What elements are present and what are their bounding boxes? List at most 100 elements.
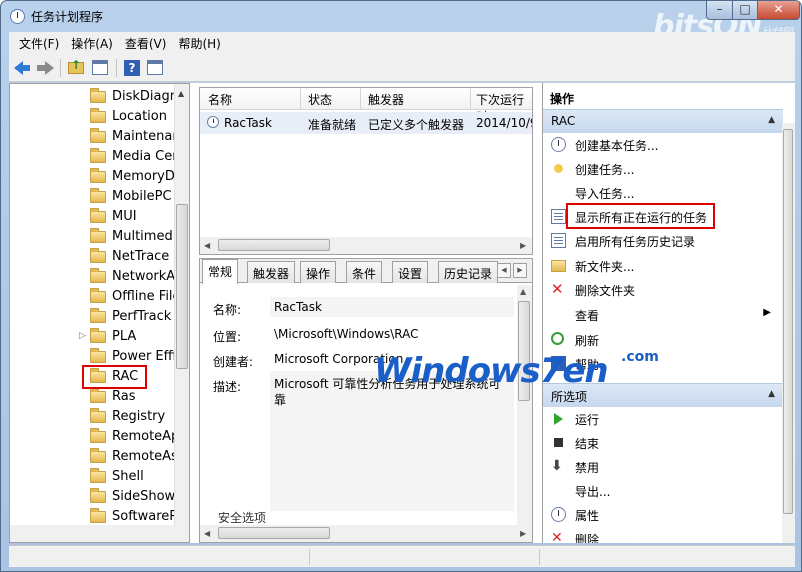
tree-item[interactable]: ▷ PLA <box>10 327 176 347</box>
scrollbar-thumb[interactable] <box>783 129 793 514</box>
tree-item[interactable]: MobilePC <box>10 187 176 207</box>
tree-item[interactable]: Location <box>10 107 176 127</box>
status-divider <box>309 549 310 565</box>
tree-item[interactable]: Media Cer <box>10 147 178 167</box>
window-title: 任务计划程序 <box>31 10 104 24</box>
tree-item[interactable]: Shell <box>10 467 176 487</box>
back-icon[interactable] <box>14 59 32 77</box>
action-show-running-tasks[interactable]: 显示所有正在运行的任务 <box>543 205 779 229</box>
menu-action[interactable]: 操作(A) <box>65 35 119 52</box>
scrollbar-thumb[interactable] <box>518 301 530 401</box>
scroll-right-arrow-icon[interactable]: ▶ <box>520 529 526 538</box>
tab-settings[interactable]: 设置 <box>392 261 429 283</box>
action-disable[interactable]: ⬇ 禁用 <box>543 455 779 479</box>
details-vertical-scrollbar[interactable]: ▲ <box>517 285 532 525</box>
actions-section-rac[interactable]: RAC ▲ <box>543 109 783 133</box>
column-header-name[interactable]: 名称 <box>208 91 232 108</box>
tree-item[interactable]: Registry <box>10 407 176 427</box>
tree-item[interactable]: Power Effic <box>10 347 183 367</box>
action-view[interactable]: 查看 ▶ <box>543 303 779 327</box>
scroll-left-arrow-icon[interactable]: ◀ <box>204 529 210 538</box>
action-create-basic-task[interactable]: 创建基本任务... <box>543 133 779 157</box>
action-pane-icon[interactable] <box>146 59 164 77</box>
tree-horizontal-scrollbar[interactable] <box>10 525 176 542</box>
column-divider[interactable] <box>300 88 301 110</box>
scrollbar-thumb[interactable] <box>218 527 330 539</box>
create-basic-task-icon <box>551 137 566 152</box>
action-export[interactable]: 导出... <box>543 479 779 503</box>
actions-section-selected[interactable]: 所选项 ▲ <box>543 383 783 407</box>
collapse-icon[interactable]: ▲ <box>768 115 775 125</box>
scroll-right-arrow-icon[interactable]: ▶ <box>520 241 526 250</box>
author-field[interactable]: Microsoft Corporation <box>270 349 514 369</box>
minimize-button[interactable]: – <box>706 1 733 20</box>
tree-item[interactable]: Multimedia <box>10 227 184 247</box>
task-list-header: 名称 状态 触发器 下次运行时 <box>200 88 532 124</box>
tree-item[interactable]: SoftwarePr <box>10 507 182 527</box>
action-refresh[interactable]: 刷新 <box>543 328 779 352</box>
help-icon[interactable]: ? <box>123 59 141 77</box>
tab-actions[interactable]: 操作 <box>300 261 337 283</box>
folder-icon <box>90 448 106 463</box>
tree-vertical-scrollbar[interactable]: ▲ <box>174 84 189 542</box>
tab-general[interactable]: 常规 <box>202 259 239 284</box>
action-create-task[interactable]: 创建任务... <box>543 157 779 181</box>
close-button[interactable]: ✕ <box>757 1 800 20</box>
column-header-status[interactable]: 状态 <box>308 91 332 108</box>
folder-open-icon <box>90 368 106 383</box>
menu-help[interactable]: 帮助(H) <box>172 35 226 52</box>
tree-item[interactable]: Ras <box>10 387 176 407</box>
table-row[interactable]: RacTask 准备就绪 已定义多个触发器 2014/10/9 <box>200 112 532 134</box>
location-field[interactable]: \Microsoft\Windows\RAC <box>270 324 514 344</box>
column-divider[interactable] <box>360 88 361 110</box>
tab-triggers[interactable]: 触发器 <box>247 261 296 283</box>
action-end[interactable]: 结束 <box>543 431 779 455</box>
expand-arrow-icon[interactable]: ▷ <box>79 331 86 341</box>
tab-scroll-left-icon[interactable]: ◀ <box>497 263 511 278</box>
tab-history[interactable]: 历史记录 <box>438 261 499 283</box>
column-divider[interactable] <box>470 88 471 110</box>
scrollbar-thumb[interactable] <box>218 239 330 251</box>
action-new-folder[interactable]: 新文件夹... <box>543 254 779 278</box>
tree-item-rac-selected[interactable]: RAC <box>10 367 176 387</box>
show-tree-icon[interactable] <box>91 59 109 77</box>
tree-item[interactable]: Offline File <box>10 287 181 307</box>
tab-conditions[interactable]: 条件 <box>346 261 383 283</box>
tree-item[interactable]: SideShow <box>10 487 176 507</box>
action-enable-history[interactable]: 启用所有任务历史记录 <box>543 229 779 253</box>
status-bar <box>9 545 795 567</box>
scroll-up-arrow-icon[interactable]: ▲ <box>178 89 184 98</box>
folder-icon <box>90 388 106 403</box>
name-field[interactable]: RacTask <box>270 297 514 317</box>
action-import-task[interactable]: 导入任务... <box>543 181 779 205</box>
tree-item[interactable]: Maintenan <box>10 127 181 147</box>
tree-item[interactable]: MemoryDi <box>10 167 179 187</box>
forward-icon[interactable] <box>36 59 54 77</box>
tree-item[interactable]: PerfTrack <box>10 307 176 327</box>
scroll-left-arrow-icon[interactable]: ◀ <box>204 241 210 250</box>
tree-item[interactable]: RemoteAs <box>10 447 178 467</box>
tree-item[interactable]: RemoteAp <box>10 427 179 447</box>
maximize-button[interactable]: □ <box>732 1 758 20</box>
menu-file[interactable]: 文件(F) <box>13 35 65 52</box>
action-delete-folder[interactable]: ✕ 删除文件夹 <box>543 278 779 302</box>
up-folder-icon[interactable] <box>67 58 85 77</box>
scroll-up-arrow-icon[interactable]: ▲ <box>520 287 526 296</box>
scrollbar-thumb[interactable] <box>176 204 188 369</box>
action-properties[interactable]: 属性 <box>543 503 779 527</box>
description-field[interactable]: Microsoft 可靠性分析任务用于处理系统可靠 <box>270 371 514 511</box>
tree-item[interactable]: DiskDiagn <box>10 87 178 107</box>
task-list-horizontal-scrollbar[interactable]: ◀ ▶ <box>200 237 532 254</box>
actions-vertical-scrollbar[interactable] <box>782 123 795 543</box>
tree-item[interactable]: NetworkAc <box>10 267 182 287</box>
column-header-trigger[interactable]: 触发器 <box>368 91 404 108</box>
menu-view[interactable]: 查看(V) <box>119 35 173 52</box>
action-run[interactable]: 运行 <box>543 407 779 431</box>
tree-item[interactable]: NetTrace <box>10 247 176 267</box>
tab-scroll-right-icon[interactable]: ▶ <box>513 263 527 278</box>
details-horizontal-scrollbar[interactable]: ◀ ▶ <box>200 525 532 542</box>
action-help[interactable]: ? 帮助 <box>543 352 779 376</box>
action-delete[interactable]: ✕ 删除 <box>543 527 779 543</box>
tree-item[interactable]: MUI <box>10 207 176 227</box>
collapse-icon[interactable]: ▲ <box>768 389 775 399</box>
